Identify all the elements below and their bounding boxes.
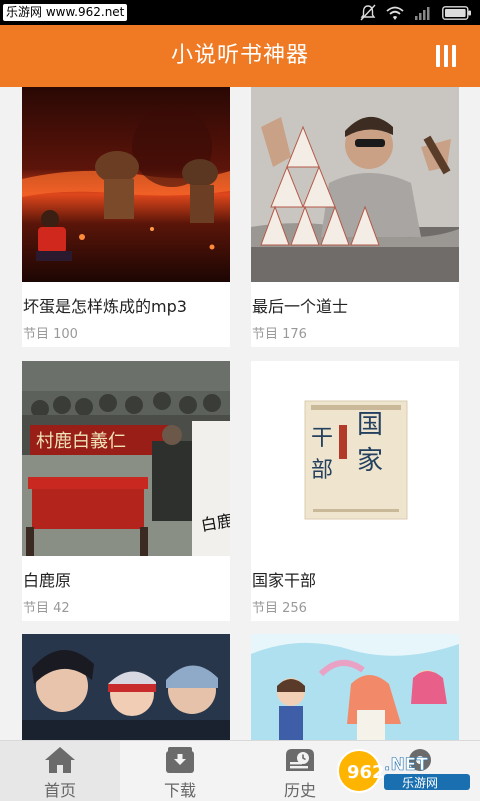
book-title: 白鹿原 bbox=[23, 571, 72, 590]
cover-char: 干 bbox=[311, 426, 333, 451]
book-card[interactable]: 干 部 国 家 国家干部 节目 256 bbox=[251, 361, 459, 621]
menu-button[interactable] bbox=[436, 45, 456, 67]
episode-count: 节目 100 bbox=[23, 327, 78, 342]
tab-label: 首页 bbox=[43, 781, 76, 800]
menu-bar-icon bbox=[444, 45, 448, 67]
episode-count: 节目 42 bbox=[23, 601, 70, 616]
book-title: 坏蛋是怎样炼成的mp3 bbox=[23, 297, 187, 316]
book-title: 国家干部 bbox=[252, 571, 317, 590]
episode-count: 节目 176 bbox=[252, 327, 307, 342]
book-title: 最后一个道士 bbox=[252, 297, 349, 316]
battery-icon bbox=[442, 5, 471, 20]
menu-bar-icon bbox=[436, 45, 440, 67]
tab-label: 下载 bbox=[163, 781, 196, 800]
watermark-sub: 乐游网 bbox=[402, 776, 438, 790]
tab-download[interactable]: 下载 bbox=[120, 741, 240, 801]
watermark-logo: 962 .NET 乐游网 bbox=[337, 749, 470, 793]
book-card[interactable] bbox=[251, 634, 459, 740]
book-cover bbox=[251, 634, 459, 740]
cover-char: 国 bbox=[357, 410, 383, 440]
menu-bar-icon bbox=[452, 45, 456, 67]
cover-banner-text: 村鹿白義仁 bbox=[36, 431, 126, 452]
book-cover: 干 部 国 家 bbox=[251, 361, 459, 556]
book-card[interactable] bbox=[22, 634, 230, 740]
status-bar: 乐游网 www.962.net bbox=[0, 0, 480, 25]
home-icon bbox=[45, 747, 75, 773]
app-bar: 小说听书神器 bbox=[0, 25, 480, 87]
watermark-brand: 962 bbox=[347, 762, 385, 783]
wifi-icon bbox=[386, 6, 404, 20]
book-card[interactable]: 村鹿白義仁 白鹿原 白鹿原 节目 42 bbox=[22, 361, 230, 621]
status-icons bbox=[360, 3, 472, 22]
cover-char: 部 bbox=[311, 458, 333, 483]
cover-char: 家 bbox=[357, 446, 383, 476]
site-watermark-text: 乐游网 www.962.net bbox=[3, 4, 128, 21]
notifications-off-icon bbox=[360, 4, 376, 20]
book-cover: 村鹿白義仁 白鹿原 bbox=[22, 361, 230, 556]
book-cover bbox=[22, 634, 230, 740]
book-cover bbox=[22, 87, 230, 282]
book-grid: 坏蛋是怎样炼成的mp3 节目 100 最后一个道士 节目 176 村鹿白義仁 白… bbox=[0, 87, 480, 740]
tab-home[interactable]: 首页 bbox=[0, 741, 120, 801]
book-card[interactable]: 坏蛋是怎样炼成的mp3 节目 100 bbox=[22, 87, 230, 347]
signal-icon bbox=[415, 6, 430, 20]
episode-count: 节目 256 bbox=[252, 601, 307, 616]
history-icon bbox=[286, 749, 314, 771]
download-box-icon bbox=[166, 747, 194, 773]
book-card[interactable]: 最后一个道士 节目 176 bbox=[251, 87, 459, 347]
page-title: 小说听书神器 bbox=[170, 43, 309, 68]
book-cover bbox=[251, 87, 459, 282]
watermark-domain: .NET bbox=[384, 755, 428, 775]
